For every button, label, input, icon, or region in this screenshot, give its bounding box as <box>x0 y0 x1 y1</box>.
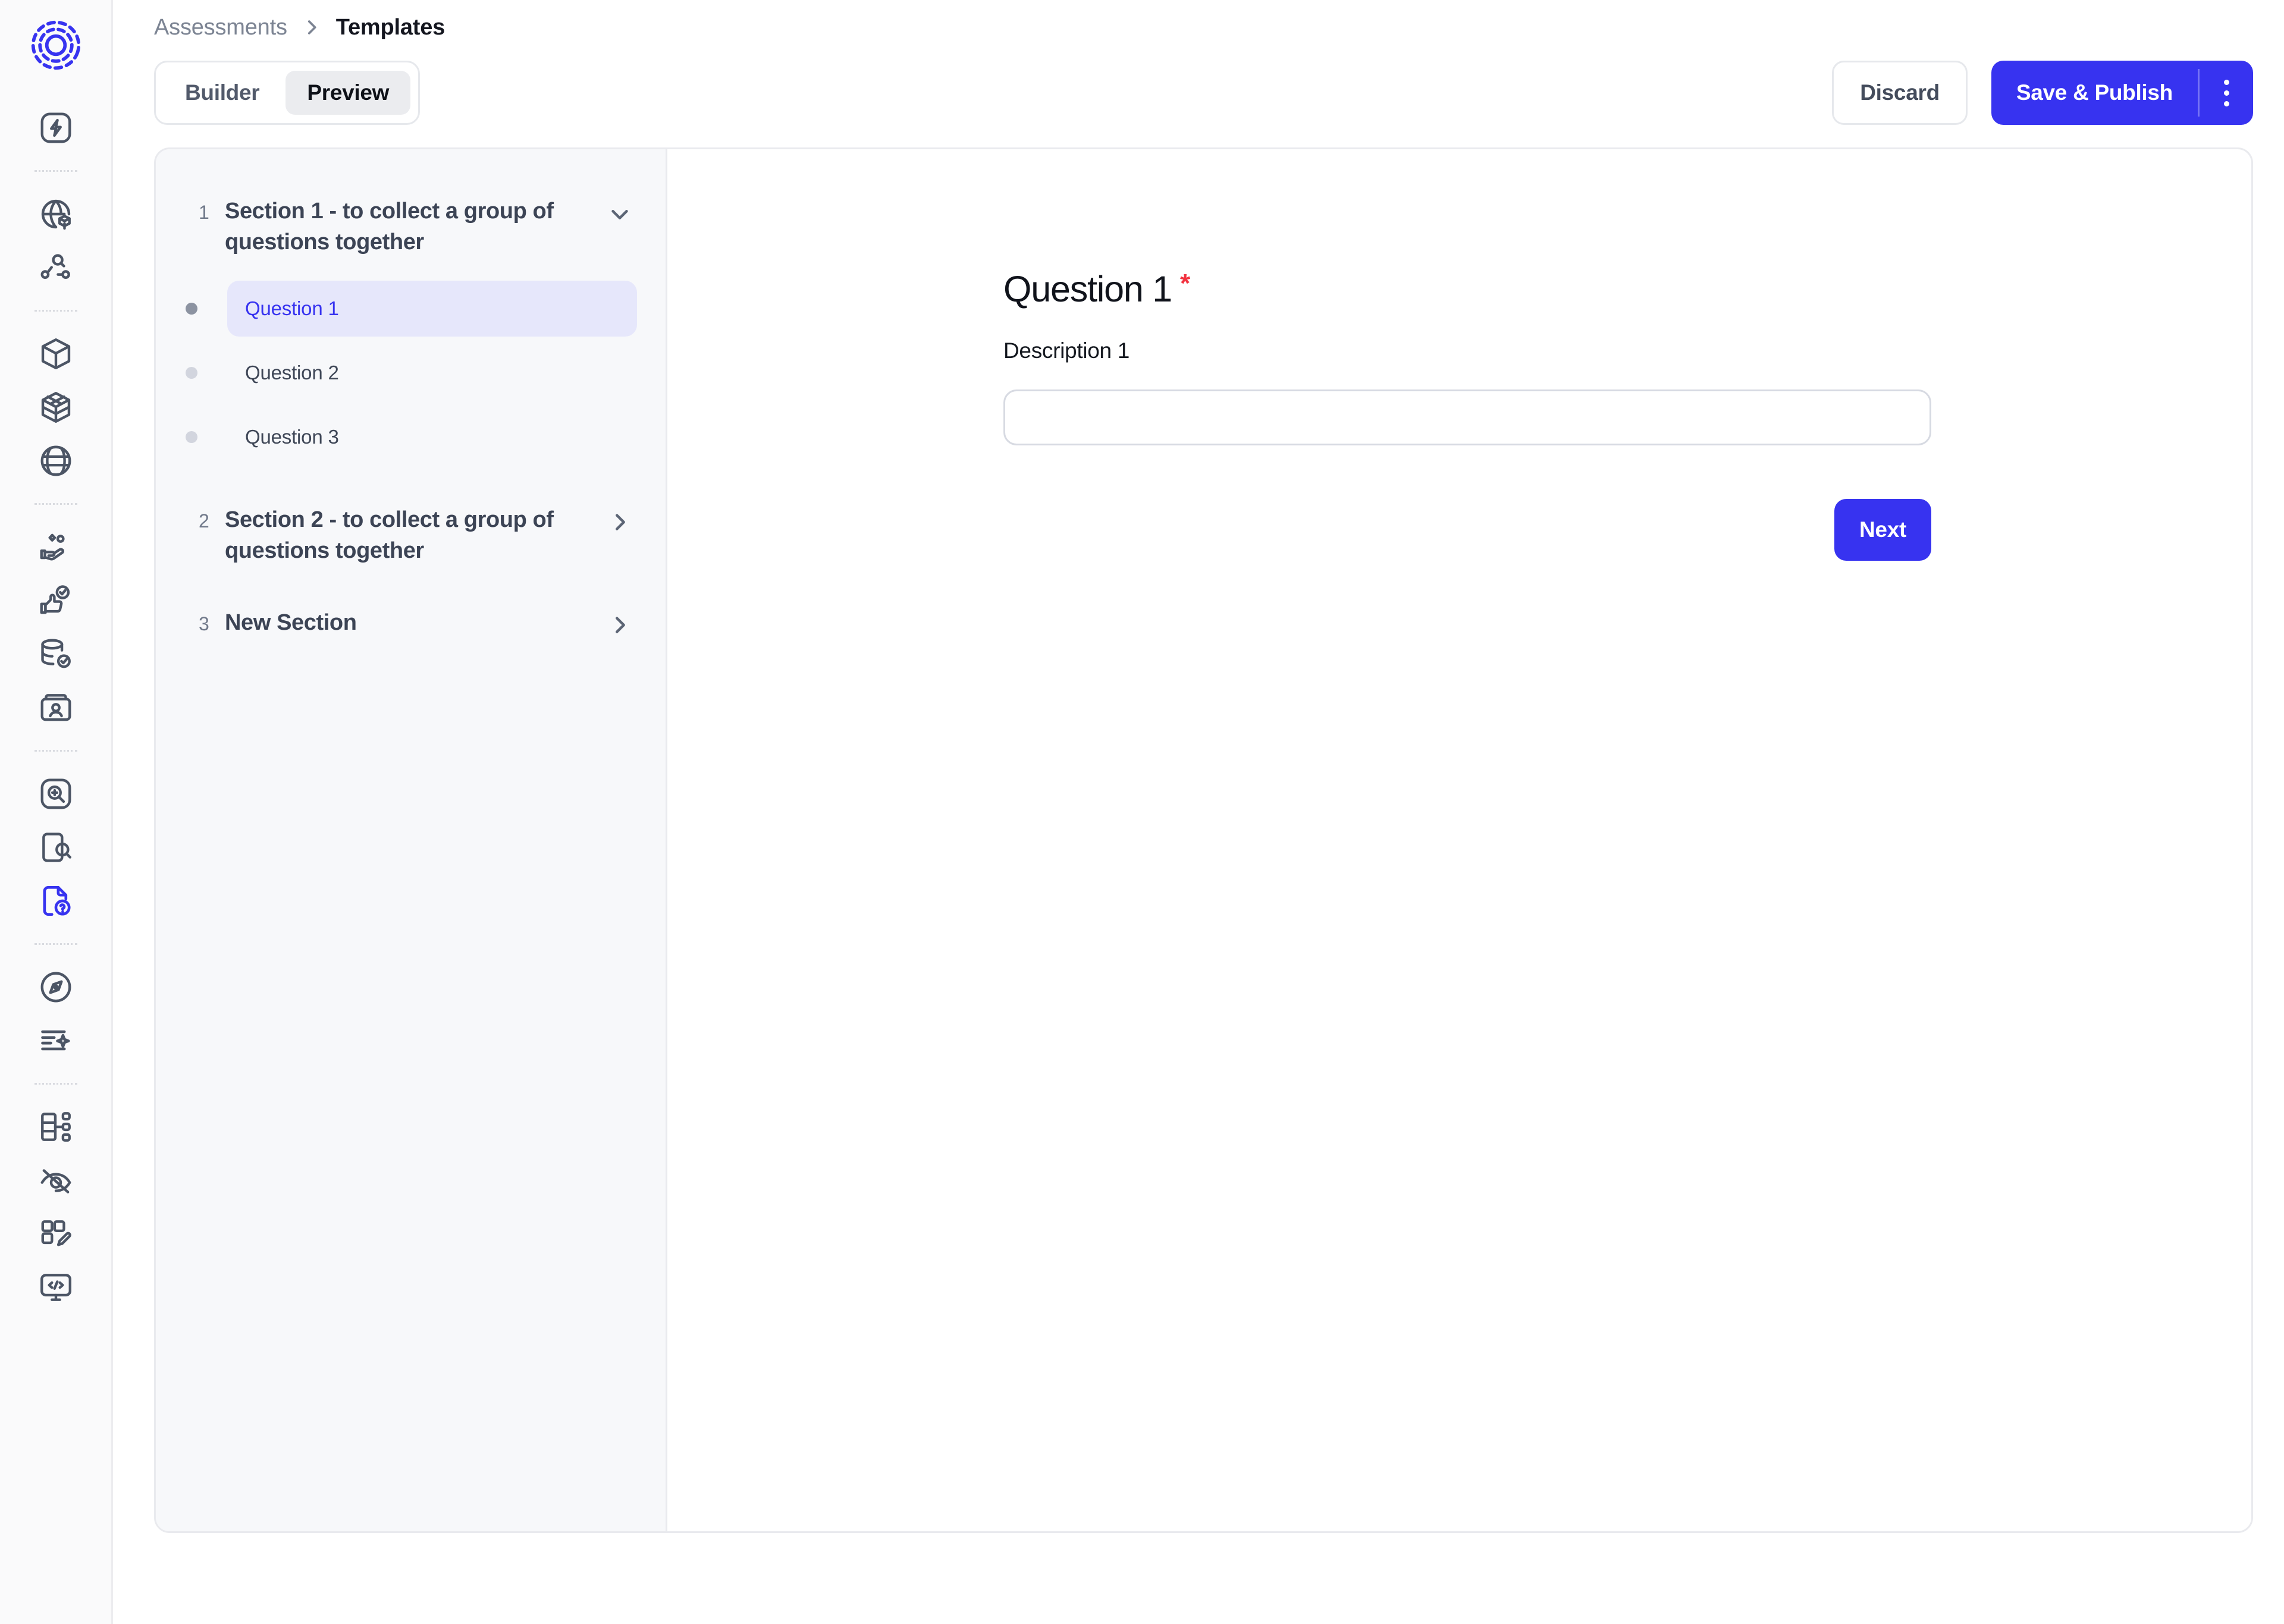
rail-item-globe-cube[interactable] <box>27 187 84 241</box>
rail-item-database-check[interactable] <box>27 627 84 681</box>
section-number: 3 <box>199 612 209 634</box>
save-publish-menu-button[interactable] <box>2200 61 2253 125</box>
section-row-2[interactable]: 2 Section 2 - to collect a group of ques… <box>156 504 666 567</box>
rail-item-document-question[interactable] <box>27 874 84 928</box>
rail-item-magnifier-plus-square[interactable] <box>27 767 84 821</box>
cube-icon <box>41 338 70 369</box>
rail-item-eye-off[interactable] <box>27 1154 84 1207</box>
magnifier-plus-square-icon <box>40 778 71 809</box>
rail-divider <box>34 503 77 505</box>
question-title-text: Question 1 <box>1003 269 1172 309</box>
discard-button[interactable]: Discard <box>1832 61 1968 125</box>
assessment-preview-card: 1 Section 1 - to collect a group of ques… <box>154 147 2253 1533</box>
toolbar-actions: Discard Save & Publish <box>1832 61 2253 125</box>
section-title: Section 1 - to collect a group of questi… <box>225 199 554 255</box>
breadcrumb: Assessments Templates <box>113 0 2284 55</box>
contact-card-icon <box>40 694 71 721</box>
question-form: Question 1 * Description 1 Next <box>1003 268 1931 561</box>
chevron-right-icon[interactable] <box>603 607 637 639</box>
rail-divider <box>34 170 77 172</box>
rail-divider <box>34 943 77 945</box>
bullet-dot-icon <box>156 366 227 379</box>
next-button[interactable]: Next <box>1834 499 1931 561</box>
rail-item-code-monitor[interactable] <box>27 1261 84 1314</box>
question-label: Question 2 <box>245 361 339 384</box>
rail-divider <box>34 750 77 752</box>
question-preview-pane: Question 1 * Description 1 Next <box>667 149 2251 1531</box>
left-icon-rail <box>0 0 113 1624</box>
rail-item-layout-edit[interactable] <box>27 1207 84 1261</box>
rail-item-table-tree[interactable] <box>27 1100 84 1154</box>
question-label: Question 1 <box>227 280 637 337</box>
hand-coins-icon <box>40 533 65 561</box>
question-description-label: Description 1 <box>1003 338 1130 363</box>
question-item-2[interactable]: Question 2 <box>156 345 666 401</box>
section-title: New Section <box>225 610 357 635</box>
tab-builder[interactable]: Builder <box>164 71 281 115</box>
document-question-icon <box>43 885 71 916</box>
bullet-dot-icon <box>156 431 227 443</box>
chevron-down-icon[interactable] <box>603 196 637 228</box>
rail-item-lightning-bolt-square[interactable] <box>27 101 84 155</box>
eye-off-icon <box>40 1169 71 1193</box>
text-sparkle-icon <box>40 1030 70 1051</box>
cube-grid-icon <box>41 392 70 423</box>
main-column: Assessments Templates Builder Preview Di… <box>113 0 2284 1624</box>
tab-preview[interactable]: Preview <box>286 71 411 115</box>
rail-divider <box>34 310 77 312</box>
rail-item-thumbs-up-check[interactable] <box>27 574 84 627</box>
compass-icon <box>40 972 71 1003</box>
mode-segmented-control: Builder Preview <box>154 61 421 125</box>
rail-item-text-sparkle[interactable] <box>27 1014 84 1067</box>
section-number: 2 <box>199 510 209 532</box>
sections-panel: 1 Section 1 - to collect a group of ques… <box>156 149 667 1531</box>
chevron-right-icon <box>302 17 322 37</box>
save-publish-button[interactable]: Save & Publish <box>1991 61 2198 125</box>
section-1-questions: Question 1 Question 2 Question 3 <box>156 268 666 465</box>
layout-edit-icon <box>41 1220 71 1246</box>
app-root: Assessments Templates Builder Preview Di… <box>0 0 2284 1624</box>
breadcrumb-templates: Templates <box>335 14 445 40</box>
required-marker: * <box>1180 269 1190 298</box>
rail-divider <box>34 1083 77 1085</box>
answer-input[interactable] <box>1003 389 1931 445</box>
bullet-dot-icon <box>156 302 227 315</box>
section-row-1[interactable]: 1 Section 1 - to collect a group of ques… <box>156 196 666 258</box>
rail-item-hand-coins[interactable] <box>27 520 84 574</box>
question-item-1[interactable]: Question 1 <box>156 280 666 337</box>
rail-item-contact-card[interactable] <box>27 681 84 734</box>
page-title: Question 1 * <box>1003 268 1931 310</box>
question-label: Question 3 <box>245 425 339 448</box>
rail-item-document-search[interactable] <box>27 821 84 874</box>
more-vertical-icon <box>2223 79 2229 106</box>
breadcrumb-assessments[interactable]: Assessments <box>154 15 287 40</box>
globe-cube-icon <box>41 199 71 230</box>
toolbar: Builder Preview Discard Save & Publish <box>113 55 2284 131</box>
globe-sphere-icon <box>40 445 71 476</box>
database-check-icon <box>40 639 71 668</box>
content-card-wrapper: 1 Section 1 - to collect a group of ques… <box>113 131 2284 1624</box>
rail-item-cube[interactable] <box>27 327 84 381</box>
thumbs-up-check-icon <box>40 585 70 614</box>
document-search-icon <box>42 833 71 862</box>
rail-item-network-search-nodes[interactable] <box>27 241 84 294</box>
app-logo-radial-circle[interactable] <box>27 17 84 74</box>
form-footer: Next <box>1003 499 1931 561</box>
section-title: Section 2 - to collect a group of questi… <box>225 507 554 564</box>
section-number: 1 <box>199 202 209 223</box>
question-item-3[interactable]: Question 3 <box>156 409 666 465</box>
network-search-nodes-icon <box>40 254 70 279</box>
table-tree-icon <box>40 1112 71 1142</box>
rail-item-compass[interactable] <box>27 960 84 1014</box>
lightning-bolt-square-icon <box>40 112 71 143</box>
rail-item-globe-sphere[interactable] <box>27 434 84 488</box>
code-monitor-icon <box>40 1274 71 1301</box>
section-row-3[interactable]: 3 New Section <box>156 607 666 639</box>
save-publish-split-button: Save & Publish <box>1991 61 2253 125</box>
rail-item-cube-grid[interactable] <box>27 381 84 434</box>
chevron-right-icon[interactable] <box>603 504 637 536</box>
